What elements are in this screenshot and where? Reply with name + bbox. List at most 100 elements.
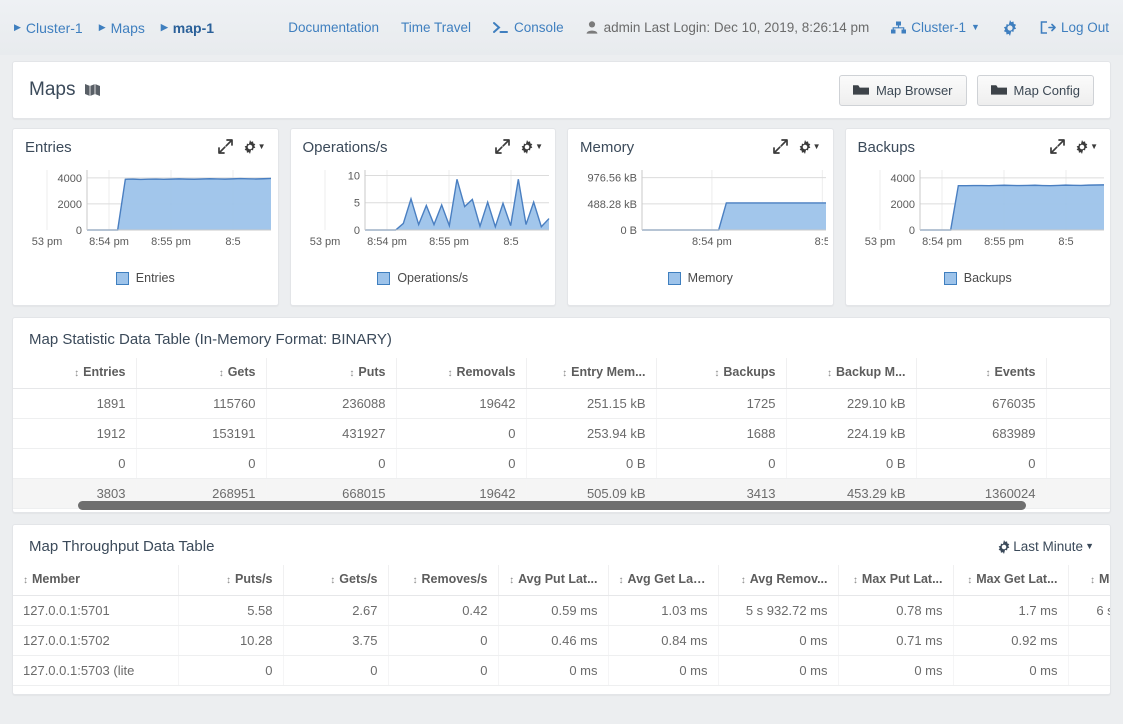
chevron-down-icon: ▼ xyxy=(813,143,821,151)
table-row[interactable]: 127.0.0.1:5703 (lite0000 ms0 ms0 ms0 ms0… xyxy=(13,656,1110,686)
table-cell: 251.15 kB xyxy=(526,389,656,419)
breadcrumb-item-map-1[interactable]: ▶ map-1 xyxy=(161,20,214,36)
column-header-label: Max Put Lat... xyxy=(862,572,943,586)
table-row[interactable]: 127.0.0.1:570210.283.7500.46 ms0.84 ms0 … xyxy=(13,626,1110,656)
table-cell: 115760 xyxy=(136,389,266,419)
chart-settings-gear-icon[interactable]: ▼ xyxy=(520,140,543,154)
column-header-label: Avg Remov... xyxy=(750,572,828,586)
chart-tools: ▼ xyxy=(1050,139,1098,154)
expand-icon[interactable] xyxy=(1050,139,1065,154)
column-header-removes-s[interactable]: ↕Removes/s xyxy=(388,565,498,596)
legend-label: Memory xyxy=(688,271,733,285)
chart-legend: Operations/s xyxy=(303,271,544,285)
table-cell: 0 xyxy=(178,656,283,686)
chart-legend: Entries xyxy=(25,271,266,285)
table-body: 127.0.0.1:57015.582.670.420.59 ms1.03 ms… xyxy=(13,596,1110,686)
sort-icon: ↕ xyxy=(226,575,231,586)
legend-label: Backups xyxy=(964,271,1012,285)
chart-settings-gear-icon[interactable]: ▼ xyxy=(243,140,266,154)
column-header-max-remov[interactable]: ↕Max Remov... xyxy=(1068,565,1110,596)
page-title-label: Maps xyxy=(29,79,75,101)
svg-text:4000: 4000 xyxy=(890,173,914,185)
table-cell: 0.42 xyxy=(388,596,498,626)
column-header-backup-m[interactable]: ↕Backup M... xyxy=(786,358,916,389)
table-cell: 19642 xyxy=(396,389,526,419)
column-header-events[interactable]: ↕Events xyxy=(916,358,1046,389)
column-header-avg-put-lat[interactable]: ↕Avg Put Lat... xyxy=(498,565,608,596)
column-header-gets-s[interactable]: ↕Gets/s xyxy=(283,565,388,596)
column-header-avg-remov[interactable]: ↕Avg Remov... xyxy=(718,565,838,596)
map-throughput-table-title: Map Throughput Data Table xyxy=(29,538,214,555)
console-link[interactable]: Console xyxy=(493,20,564,35)
column-header-gets[interactable]: ↕Gets xyxy=(136,358,266,389)
time-range-selector[interactable]: Last Minute ▼ xyxy=(997,539,1094,554)
time-travel-link[interactable]: Time Travel xyxy=(401,20,471,35)
column-header-hits[interactable]: ↕Hits xyxy=(1046,358,1110,389)
sort-icon: ↕ xyxy=(23,575,28,586)
svg-text:8:54 pm: 8:54 pm xyxy=(367,236,407,248)
breadcrumb-item-cluster[interactable]: ▶ Cluster-1 xyxy=(14,20,83,36)
gear-icon xyxy=(997,540,1011,554)
chart-plot-area: 0 B488.28 kB976.56 kB8:54 pm8:5 xyxy=(580,164,821,252)
breadcrumb-item-maps[interactable]: ▶ Maps xyxy=(99,20,145,36)
horizontal-scrollbar[interactable] xyxy=(13,498,1110,512)
table-cell: 2.67 xyxy=(283,596,388,626)
column-header-label: Puts/s xyxy=(235,572,273,586)
column-header-max-put-lat[interactable]: ↕ Max Put Lat... xyxy=(838,565,953,596)
settings-button[interactable] xyxy=(1002,20,1018,36)
map-action-buttons: Map Browser Map Config xyxy=(839,75,1094,106)
chart-svg: 02000400053 pm8:54 pm8:55 pm8:5 xyxy=(858,164,1106,252)
cluster-selector[interactable]: Cluster-1 ▼ xyxy=(891,20,980,35)
chevron-down-icon: ▼ xyxy=(535,143,543,151)
table-cell: 0 ms xyxy=(1068,656,1110,686)
expand-icon[interactable] xyxy=(773,139,788,154)
svg-text:8:5: 8:5 xyxy=(503,236,518,248)
column-header-removals[interactable]: ↕Removals xyxy=(396,358,526,389)
horizontal-scrollbar-thumb[interactable] xyxy=(78,501,1026,510)
table-cell: 0.84 ms xyxy=(608,626,718,656)
chart-settings-gear-icon[interactable]: ▼ xyxy=(798,140,821,154)
legend-swatch xyxy=(116,272,129,285)
chart-card-backups: Backups ▼ 02000400053 pm8:54 pm8:55 pm8:… xyxy=(845,128,1112,306)
svg-text:8:54 pm: 8:54 pm xyxy=(89,236,129,248)
table-row[interactable]: 127.0.0.1:570219121531914319270253.94 kB… xyxy=(13,419,1110,449)
logout-button[interactable]: Log Out xyxy=(1040,20,1109,35)
column-header-entry-mem[interactable]: ↕Entry Mem... xyxy=(526,358,656,389)
documentation-link[interactable]: Documentation xyxy=(288,20,379,35)
breadcrumb-label: Cluster-1 xyxy=(26,20,83,36)
chart-svg: 0 B488.28 kB976.56 kB8:54 pm8:5 xyxy=(580,164,828,252)
table-cell: 0 B xyxy=(786,449,916,479)
map-statistic-table-scroll-area[interactable]: ↕Member↕Entries↕Gets↕Puts↕Removals↕Entry… xyxy=(13,358,1110,509)
map-throughput-table-header: Map Throughput Data Table Last Minute ▼ xyxy=(13,525,1110,565)
column-header-avg-get-lat[interactable]: ↕Avg Get Lat... xyxy=(608,565,718,596)
map-browser-button[interactable]: Map Browser xyxy=(839,75,967,106)
column-header-max-get-lat[interactable]: ↕Max Get Lat... xyxy=(953,565,1068,596)
svg-text:53 pm: 53 pm xyxy=(309,236,340,248)
table-cell: 1688 xyxy=(656,419,786,449)
table-row[interactable]: 127.0.0.1:5703 (lite)00000 B00 B000 xyxy=(13,449,1110,479)
expand-icon[interactable] xyxy=(218,139,233,154)
column-header-label: Gets xyxy=(228,365,256,379)
table-cell: 0 xyxy=(388,656,498,686)
chart-legend: Memory xyxy=(580,271,821,285)
svg-text:0: 0 xyxy=(353,225,359,237)
map-throughput-data-table-card: Map Throughput Data Table Last Minute ▼ … xyxy=(12,524,1111,695)
table-cell: 5 s 932.72 ms xyxy=(718,596,838,626)
table-cell: 0.71 ms xyxy=(838,626,953,656)
map-throughput-table: ↕Member↕Puts/s↕Gets/s↕Removes/s↕Avg Put … xyxy=(13,565,1110,686)
map-config-button[interactable]: Map Config xyxy=(977,75,1094,106)
map-throughput-table-scroll-area[interactable]: ↕Member↕Puts/s↕Gets/s↕Removes/s↕Avg Put … xyxy=(13,565,1110,686)
chart-settings-gear-icon[interactable]: ▼ xyxy=(1075,140,1098,154)
column-header-member[interactable]: ↕Member xyxy=(13,565,178,596)
chart-plot-area: 02000400053 pm8:54 pm8:55 pm8:5 xyxy=(25,164,266,252)
column-header-entries[interactable]: ↕Entries xyxy=(13,358,136,389)
column-header-backups[interactable]: ↕Backups xyxy=(656,358,786,389)
table-row[interactable]: 127.0.0.1:5701189111576023608819642251.1… xyxy=(13,389,1110,419)
table-cell: 0 xyxy=(266,449,396,479)
expand-icon[interactable] xyxy=(495,139,510,154)
table-row[interactable]: 127.0.0.1:57015.582.670.420.59 ms1.03 ms… xyxy=(13,596,1110,626)
sort-icon: ↕ xyxy=(853,575,858,586)
column-header-puts-s[interactable]: ↕ Puts/s xyxy=(178,565,283,596)
table-cell: 229.10 kB xyxy=(786,389,916,419)
column-header-puts[interactable]: ↕Puts xyxy=(266,358,396,389)
